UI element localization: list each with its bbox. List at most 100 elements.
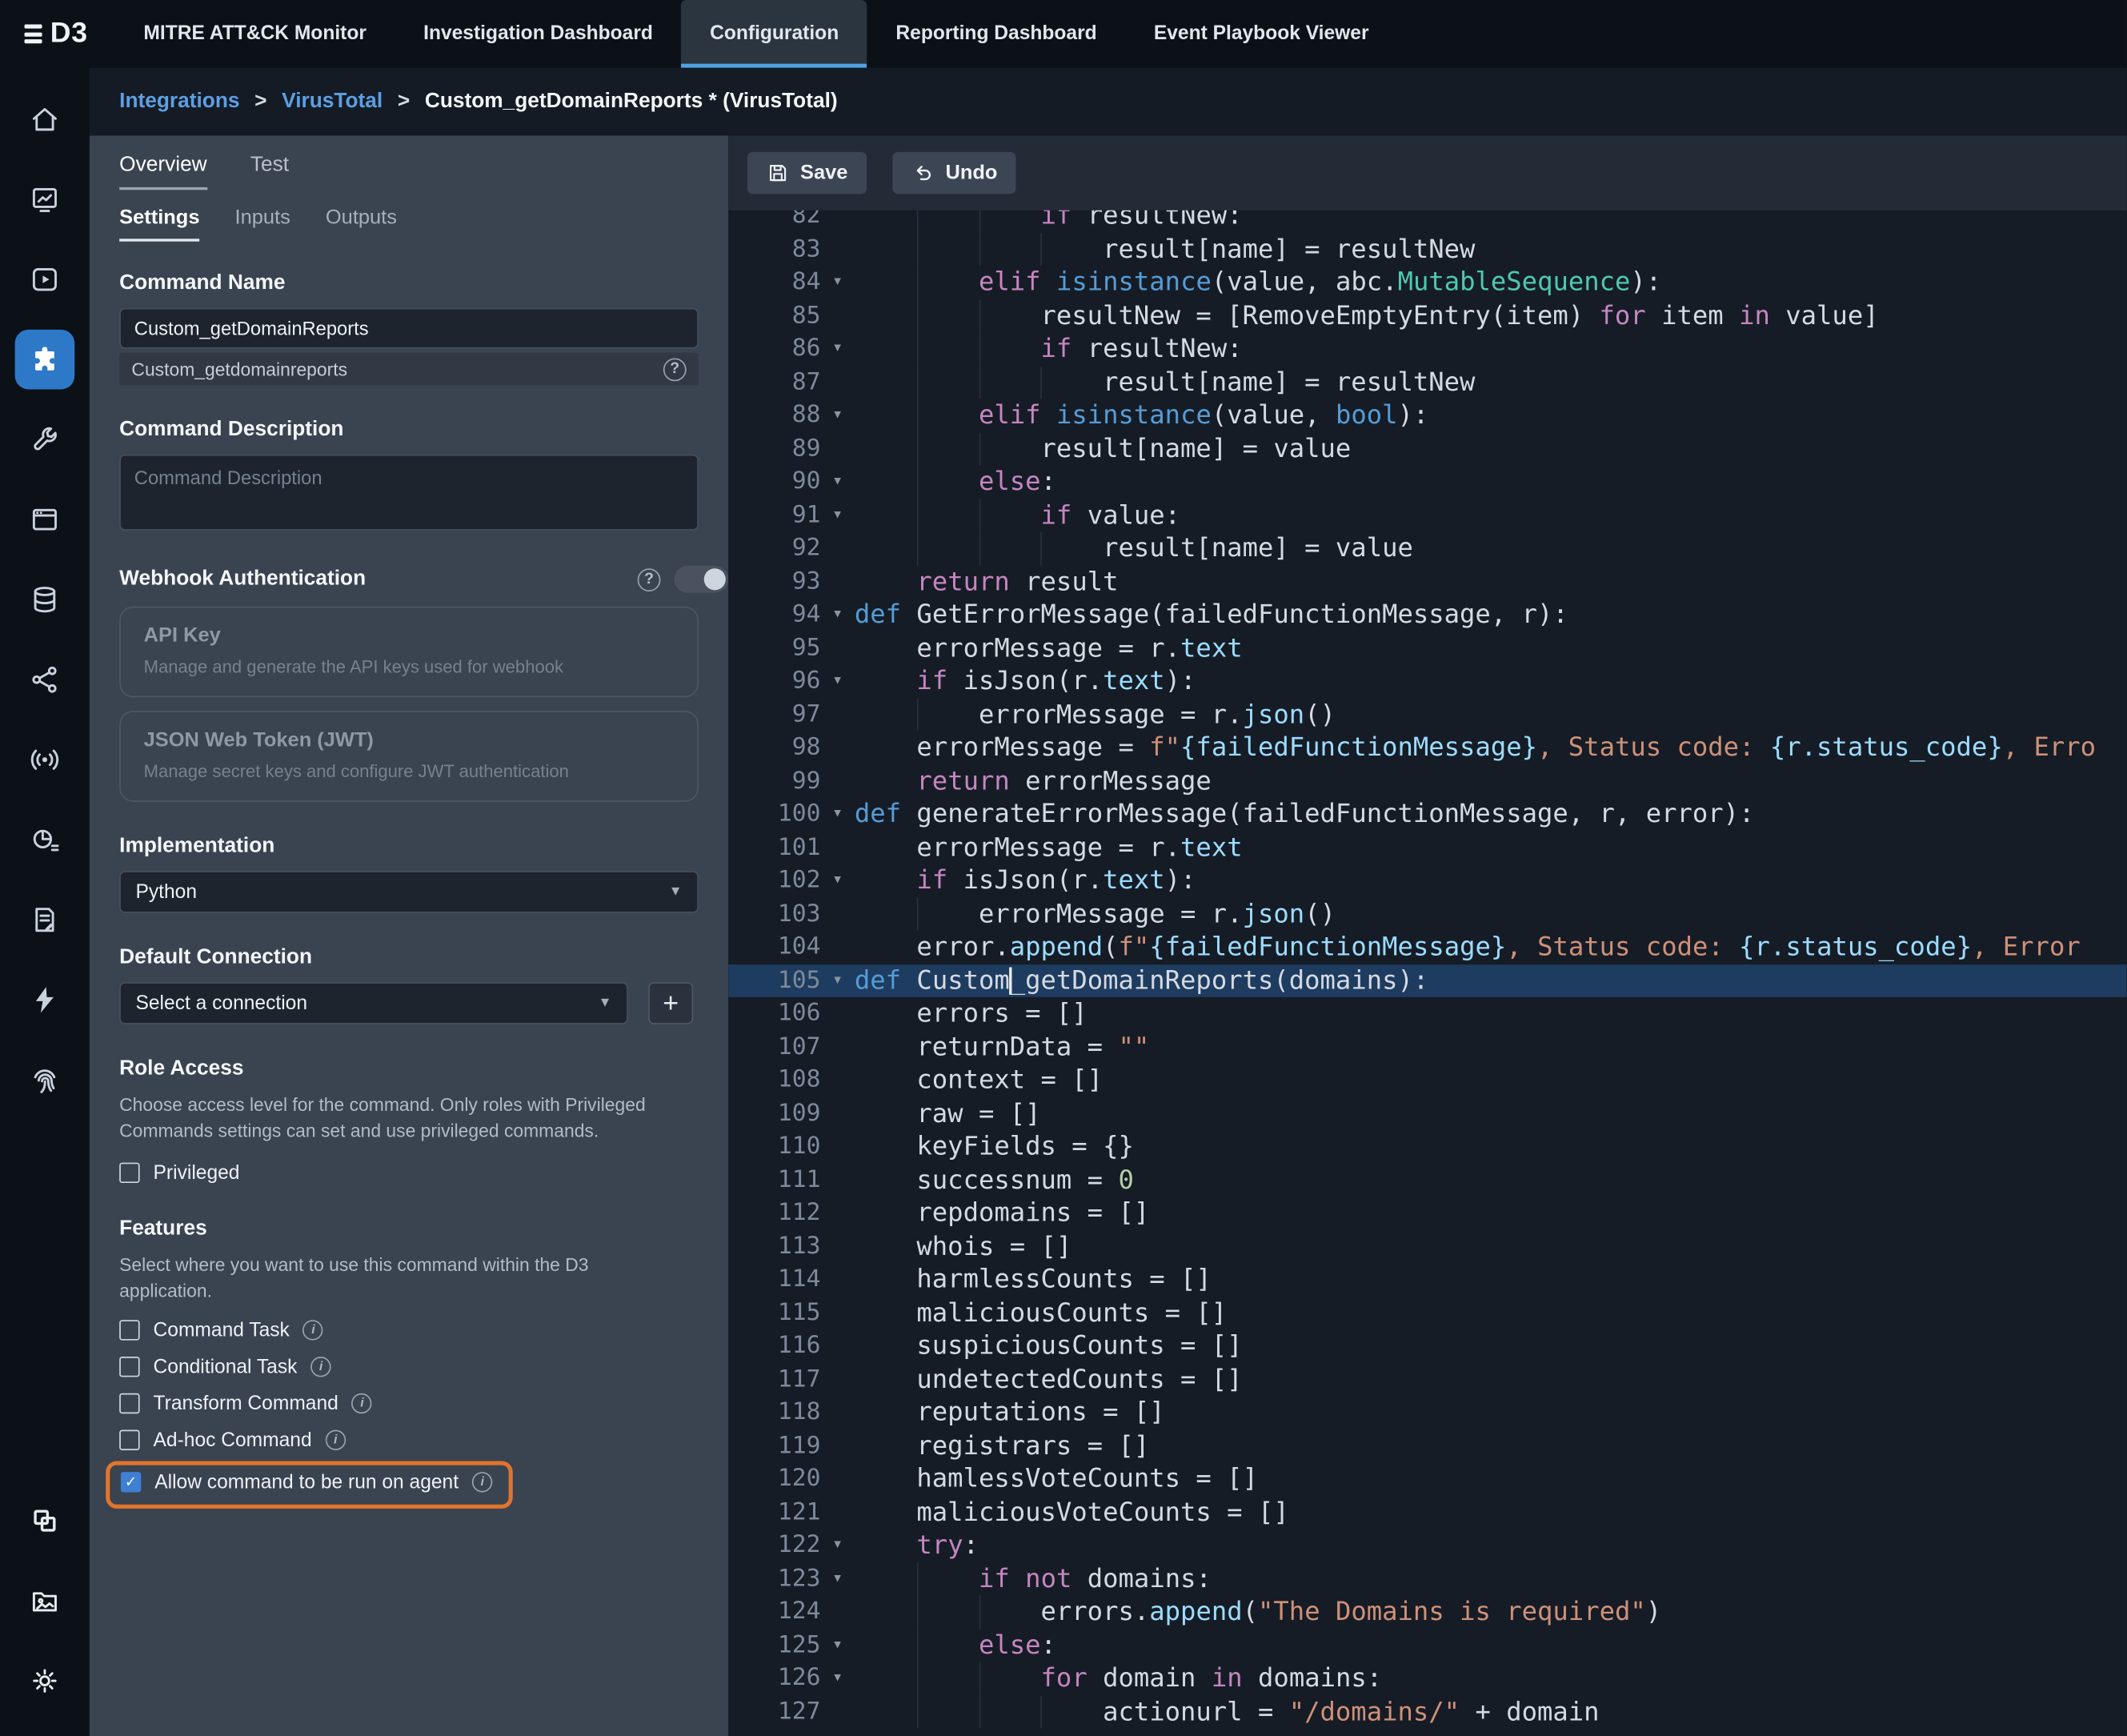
code-line-127[interactable]: 127 actionurl = "/domains/" + domain	[728, 1695, 2127, 1729]
code-line-115[interactable]: 115 maliciousCounts = []	[728, 1297, 2127, 1330]
code-line-90[interactable]: 90▾ else:	[728, 465, 2127, 499]
code-line-87[interactable]: 87 result[name] = resultNew	[728, 366, 2127, 399]
code-line-119[interactable]: 119 registrars = []	[728, 1429, 2127, 1463]
code-line-85[interactable]: 85 resultNew = [RemoveEmptyEntry(item) f…	[728, 299, 2127, 333]
breadcrumb-integrations[interactable]: Integrations	[119, 90, 239, 114]
code-line-101[interactable]: 101 errorMessage = r.text	[728, 831, 2127, 864]
command-description-input[interactable]: Command Description	[119, 455, 699, 531]
webhook-help-icon[interactable]: ?	[638, 567, 661, 591]
code-line-113[interactable]: 113 whois = []	[728, 1230, 2127, 1264]
feature-row-conditional-task[interactable]: Conditional Taski	[119, 1356, 699, 1377]
fold-arrow-icon[interactable]: ▾	[820, 266, 854, 299]
code-line-126[interactable]: 126▾ for domain in domains:	[728, 1662, 2127, 1695]
fold-arrow-icon[interactable]: ▾	[820, 665, 854, 699]
fold-arrow-icon[interactable]: ▾	[820, 465, 854, 499]
command-task-checkbox[interactable]	[119, 1320, 139, 1340]
fold-arrow-icon[interactable]: ▾	[820, 499, 854, 532]
feature-row-allow-command-to-be-run-on-agent[interactable]: ✓Allow command to be run on agenti	[121, 1471, 493, 1493]
code-line-84[interactable]: 84▾ elif isinstance(value, abc.MutableSe…	[728, 266, 2127, 299]
sidebar-item-monitoring[interactable]	[15, 809, 75, 869]
feature-row-transform-command[interactable]: Transform Commandi	[119, 1393, 699, 1414]
code-line-123[interactable]: 123▾ if not domains:	[728, 1562, 2127, 1596]
code-line-89[interactable]: 89 result[name] = value	[728, 432, 2127, 466]
privileged-checkbox-row[interactable]: Privileged	[119, 1162, 699, 1184]
sidebar-item-file-folder[interactable]	[15, 1570, 75, 1630]
code-line-105[interactable]: 105▾def Custom_getDomainReports(domains)…	[728, 964, 2127, 997]
sidebar-item-tools[interactable]	[15, 409, 75, 469]
code-line-109[interactable]: 109 raw = []	[728, 1097, 2127, 1130]
feature-row-command-task[interactable]: Command Taski	[119, 1319, 699, 1341]
code-line-102[interactable]: 102▾ if isJson(r.text):	[728, 864, 2127, 898]
sidebar-item-broadcast[interactable]	[15, 729, 75, 789]
sidebar-item-fingerprint[interactable]	[15, 1049, 75, 1109]
code-line-106[interactable]: 106 errors = []	[728, 997, 2127, 1031]
code-line-124[interactable]: 124 errors.append("The Domains is requir…	[728, 1595, 2127, 1629]
privileged-checkbox[interactable]	[119, 1163, 139, 1183]
fold-arrow-icon[interactable]: ▾	[820, 399, 854, 432]
implementation-select[interactable]: Python ▼	[119, 871, 699, 913]
info-icon[interactable]: i	[326, 1430, 346, 1450]
sidebar-item-playbook-editor[interactable]	[15, 889, 75, 949]
code-line-97[interactable]: 97 errorMessage = r.json()	[728, 698, 2127, 732]
code-line-125[interactable]: 125▾ else:	[728, 1629, 2127, 1662]
code-line-86[interactable]: 86▾ if resultNew:	[728, 332, 2127, 366]
tab-test[interactable]: Test	[250, 154, 289, 190]
info-icon[interactable]: i	[310, 1357, 330, 1377]
code-line-112[interactable]: 112 repdomains = []	[728, 1197, 2127, 1230]
nav-tab-configuration[interactable]: Configuration	[682, 0, 867, 68]
code-line-111[interactable]: 111 successnum = 0	[728, 1163, 2127, 1197]
code-line-94[interactable]: 94▾def GetErrorMessage(failedFunctionMes…	[728, 598, 2127, 631]
code-line-121[interactable]: 121 maliciousVoteCounts = []	[728, 1496, 2127, 1530]
jwt-card[interactable]: JSON Web Token (JWT) Manage secret keys …	[119, 711, 699, 802]
code-line-93[interactable]: 93 return result	[728, 565, 2127, 599]
fold-arrow-icon[interactable]: ▾	[820, 598, 854, 631]
code-line-117[interactable]: 117 undetectedCounts = []	[728, 1363, 2127, 1397]
code-area[interactable]: 82 if resultNew:83 result[name] = result…	[728, 210, 2127, 1736]
code-line-99[interactable]: 99 return errorMessage	[728, 764, 2127, 798]
code-line-110[interactable]: 110 keyFields = {}	[728, 1130, 2127, 1164]
d3-logo[interactable]: D3	[0, 0, 115, 68]
undo-button[interactable]: Undo	[892, 152, 1016, 194]
nav-tab-investigation-dashboard[interactable]: Investigation Dashboard	[395, 0, 682, 68]
ad-hoc-command-checkbox[interactable]	[119, 1430, 139, 1450]
nav-tab-event-playbook-viewer[interactable]: Event Playbook Viewer	[1125, 0, 1397, 68]
code-line-83[interactable]: 83 result[name] = resultNew	[728, 233, 2127, 267]
info-icon[interactable]: i	[472, 1472, 492, 1492]
code-line-114[interactable]: 114 harmlessCounts = []	[728, 1263, 2127, 1297]
code-line-108[interactable]: 108 context = []	[728, 1064, 2127, 1097]
save-button[interactable]: Save	[747, 152, 867, 194]
tab-outputs[interactable]: Outputs	[326, 206, 397, 242]
code-line-95[interactable]: 95 errorMessage = r.text	[728, 631, 2127, 665]
conditional-task-checkbox[interactable]	[119, 1357, 139, 1377]
code-line-88[interactable]: 88▾ elif isinstance(value, bool):	[728, 399, 2127, 432]
breadcrumb-virustotal[interactable]: VirusTotal	[282, 90, 383, 114]
code-line-122[interactable]: 122▾ try:	[728, 1529, 2127, 1562]
fold-arrow-icon[interactable]: ▾	[820, 1529, 854, 1562]
fold-arrow-icon[interactable]: ▾	[820, 332, 854, 366]
command-name-input[interactable]	[119, 308, 699, 349]
default-connection-select[interactable]: Select a connection ▼	[119, 982, 628, 1024]
sidebar-item-windows[interactable]	[15, 1490, 75, 1550]
info-icon[interactable]: i	[303, 1320, 323, 1340]
fold-arrow-icon[interactable]: ▾	[820, 1562, 854, 1596]
sidebar-item-video-player[interactable]	[15, 249, 75, 309]
fold-arrow-icon[interactable]: ▾	[820, 964, 854, 997]
code-line-92[interactable]: 92 result[name] = value	[728, 531, 2127, 565]
sidebar-item-automation[interactable]	[15, 969, 75, 1029]
sidebar-item-settings-gear[interactable]	[15, 1650, 75, 1710]
code-line-107[interactable]: 107 returnData = ""	[728, 1030, 2127, 1064]
fold-arrow-icon[interactable]: ▾	[820, 864, 854, 898]
fold-arrow-icon[interactable]: ▾	[820, 1662, 854, 1695]
transform-command-checkbox[interactable]	[119, 1393, 139, 1413]
code-line-103[interactable]: 103 errorMessage = r.json()	[728, 897, 2127, 931]
code-line-104[interactable]: 104 error.append(f"{failedFunctionMessag…	[728, 931, 2127, 964]
code-line-82[interactable]: 82 if resultNew:	[728, 210, 2127, 233]
sidebar-item-integrations[interactable]	[15, 329, 75, 389]
allow-command-to-be-run-on-agent-checkbox[interactable]: ✓	[121, 1472, 141, 1492]
add-connection-button[interactable]: +	[648, 982, 693, 1024]
fold-arrow-icon[interactable]: ▾	[820, 798, 854, 832]
help-icon[interactable]: ?	[663, 358, 687, 381]
tab-overview[interactable]: Overview	[119, 154, 207, 190]
nav-tab-mitre-attck-monitor[interactable]: MITRE ATT&CK Monitor	[115, 0, 395, 68]
sidebar-item-database[interactable]	[15, 569, 75, 629]
